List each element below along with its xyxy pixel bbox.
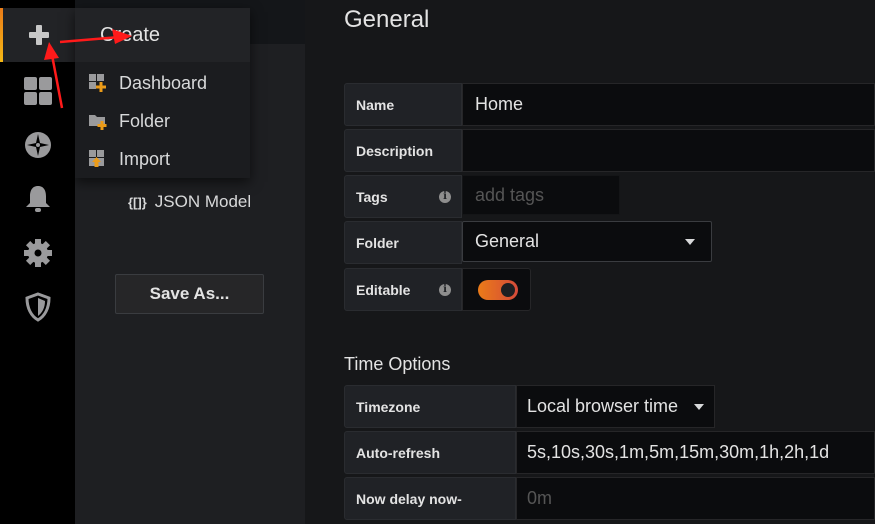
save-as-button[interactable]: Save As...	[115, 274, 264, 314]
name-input[interactable]: Home	[462, 83, 875, 126]
timezone-label: Timezone	[344, 385, 516, 428]
now-delay-label: Now delay now-	[344, 477, 516, 520]
menu-item-label: Import	[119, 148, 171, 169]
menu-item-label: Dashboard	[119, 72, 208, 93]
create-dropdown-menu: Create Dashboard Folder Import	[75, 8, 250, 178]
name-row: Name Home	[344, 83, 875, 126]
timezone-value: Local browser time	[527, 396, 679, 416]
auto-refresh-row: Auto-refresh 5s,10s,30s,1m,5m,15m,30m,1h…	[344, 431, 875, 474]
tags-input[interactable]: add tags	[462, 175, 620, 215]
sidebar-item-server-admin[interactable]	[0, 280, 75, 334]
editable-label: Editable	[356, 281, 411, 298]
name-label: Name	[344, 83, 462, 126]
auto-refresh-input[interactable]: 5s,10s,30s,1m,5m,15m,30m,1h,2h,1d	[516, 431, 875, 474]
json-model-label: JSON Model	[154, 192, 252, 211]
editable-toggle-cell	[462, 268, 531, 311]
json-icon: {[]}	[128, 194, 147, 210]
plus-icon	[29, 25, 49, 45]
menu-item-import[interactable]: Import	[75, 140, 250, 178]
folder-row: Folder General	[344, 221, 712, 264]
time-options-heading: Time Options	[344, 354, 451, 374]
tags-label-cell: Tags i	[344, 175, 462, 218]
folder-add-icon	[89, 115, 107, 130]
auto-refresh-label: Auto-refresh	[344, 431, 516, 474]
sidebar-item-explore[interactable]	[0, 118, 75, 172]
gear-icon	[23, 239, 52, 267]
page-title: General	[344, 6, 430, 33]
editable-label-cell: Editable i	[344, 268, 462, 311]
sidebar-item-configuration[interactable]	[0, 226, 75, 280]
timezone-select[interactable]: Local browser time	[516, 385, 715, 428]
folder-label: Folder	[344, 221, 462, 264]
folder-value: General	[475, 231, 540, 251]
create-menu-header[interactable]: Create	[75, 8, 250, 62]
info-icon[interactable]: i	[439, 283, 451, 296]
info-icon[interactable]: i	[439, 190, 451, 203]
editable-row: Editable i	[344, 268, 531, 311]
timezone-row: Timezone Local browser time	[344, 385, 715, 428]
import-icon	[89, 150, 104, 167]
menu-item-dashboard[interactable]: Dashboard	[75, 64, 250, 102]
dashboards-icon	[23, 77, 52, 105]
sidebar-item-create[interactable]	[0, 8, 75, 62]
dashboard-add-icon	[89, 74, 106, 92]
description-label: Description	[344, 129, 462, 172]
tags-row: Tags i add tags	[344, 175, 620, 218]
sidebar	[0, 0, 75, 524]
tags-label: Tags	[356, 188, 388, 205]
bell-icon	[25, 186, 50, 212]
shield-icon	[24, 292, 51, 322]
sidebar-item-alerting[interactable]	[0, 172, 75, 226]
menu-item-folder[interactable]: Folder	[75, 102, 250, 140]
description-input[interactable]	[462, 129, 875, 172]
folder-select[interactable]: General	[462, 221, 712, 262]
now-delay-input[interactable]: 0m	[516, 477, 875, 520]
sidebar-item-dashboards[interactable]	[0, 64, 75, 118]
description-row: Description	[344, 129, 875, 172]
now-delay-row: Now delay now- 0m	[344, 477, 875, 520]
settings-nav-json-model[interactable]: {[]} JSON Model	[128, 192, 251, 212]
chevron-down-icon	[685, 238, 695, 245]
editable-toggle[interactable]	[478, 279, 518, 300]
explore-compass-icon	[24, 132, 51, 158]
chevron-down-icon	[694, 403, 704, 410]
menu-item-label: Folder	[119, 110, 171, 131]
